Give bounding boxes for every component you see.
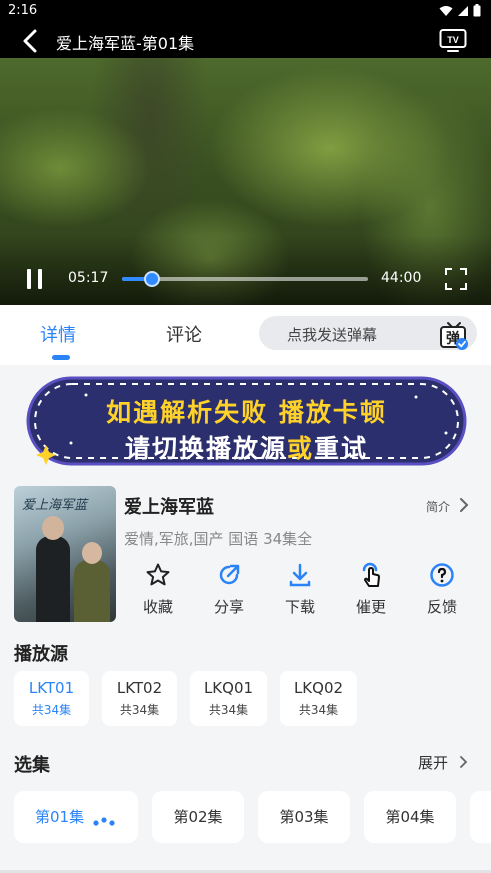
status-time: 2:16 xyxy=(8,3,38,18)
intro-link[interactable]: 简介 xyxy=(426,498,450,515)
source-list: LKT01 共34集 LKT02 共34集 LKQ01 共34集 LKQ02 共… xyxy=(14,671,357,726)
now-playing-icon xyxy=(93,817,115,826)
episode-label: 第04集 xyxy=(385,808,435,826)
source-name: LKQ01 xyxy=(203,679,254,697)
source-count: 共34集 xyxy=(119,703,160,717)
source-count: 共34集 xyxy=(208,703,249,717)
tab-comment[interactable]: 评论 xyxy=(166,321,202,347)
tv-cast-icon[interactable]: TV xyxy=(439,27,467,53)
episode-label: 第01集 xyxy=(35,808,85,826)
banner-line-2: 请切换播放源或重试 xyxy=(26,429,467,465)
episode-item-01[interactable]: 第01集 xyxy=(14,791,138,843)
episode-item-02[interactable]: 第02集 xyxy=(152,791,244,843)
chevron-right-icon[interactable] xyxy=(458,496,470,514)
source-count: 共34集 xyxy=(298,703,339,717)
danmu-input[interactable]: 点我发送弹幕 弹 xyxy=(259,316,477,350)
share-button[interactable]: 分享 xyxy=(204,562,254,622)
episode-item-more[interactable] xyxy=(470,791,491,843)
source-item-lkt01[interactable]: LKT01 共34集 xyxy=(14,671,89,726)
feedback-label: 反馈 xyxy=(426,598,457,616)
banner-line-2c: 重试 xyxy=(314,434,369,463)
chevron-right-icon[interactable] xyxy=(458,754,468,770)
notice-banner: 如遇解析失败 播放卡顿 请切换播放源或重试 xyxy=(26,373,467,468)
back-arrow-icon[interactable] xyxy=(18,28,44,54)
source-item-lkq01[interactable]: LKQ01 共34集 xyxy=(190,671,267,726)
seek-thumb[interactable] xyxy=(143,271,160,287)
poster-figure-1 xyxy=(36,536,70,622)
status-icons xyxy=(439,4,481,17)
show-meta: 爱情,军旅,国产 国语 34集全 xyxy=(124,530,313,548)
download-button[interactable]: 下载 xyxy=(275,562,325,622)
poster-head-2 xyxy=(82,542,102,564)
player-controls: 05:17 44:00 xyxy=(0,262,491,296)
show-poster[interactable]: 爱上海军蓝 xyxy=(14,486,116,622)
poster-head-1 xyxy=(42,516,64,540)
detail-content: 如遇解析失败 播放卡顿 请切换播放源或重试 爱上海军蓝 爱上海军蓝 简介 爱情,… xyxy=(0,365,491,873)
battery-icon xyxy=(473,4,481,17)
help-icon xyxy=(430,563,454,587)
star-icon xyxy=(146,563,170,586)
favorite-button[interactable]: 收藏 xyxy=(133,562,183,622)
source-item-lkt02[interactable]: LKT02 共34集 xyxy=(102,671,177,726)
detail-tab-bar: 详情 评论 点我发送弹幕 弹 xyxy=(0,305,491,365)
source-item-lkq02[interactable]: LKQ02 共34集 xyxy=(280,671,357,726)
poster-title: 爱上海军蓝 xyxy=(22,498,88,513)
episode-label: 第02集 xyxy=(173,808,223,826)
svg-text:TV: TV xyxy=(447,35,459,45)
episode-label: 第03集 xyxy=(279,808,329,826)
danmu-placeholder: 点我发送弹幕 xyxy=(287,326,378,344)
source-name: LKT02 xyxy=(116,679,163,697)
banner-line-1: 如遇解析失败 播放卡顿 xyxy=(106,398,387,427)
episode-list: 第01集 第02集 第03集 第04集 xyxy=(14,791,491,845)
download-label: 下载 xyxy=(284,598,315,616)
sources-title: 播放源 xyxy=(14,644,68,665)
episode-item-04[interactable]: 第04集 xyxy=(364,791,456,843)
tab-active-indicator xyxy=(52,355,70,360)
favorite-label: 收藏 xyxy=(142,598,173,616)
source-count: 共34集 xyxy=(31,703,72,717)
tap-icon xyxy=(362,562,380,587)
share-label: 分享 xyxy=(213,598,244,616)
feedback-button[interactable]: 反馈 xyxy=(417,562,467,622)
banner-line-2a: 请切换播放源 xyxy=(124,434,287,463)
poster-figure-2 xyxy=(74,560,110,622)
player-title-bar: 爱上海军蓝-第01集 TV xyxy=(0,22,491,58)
video-title: 爱上海军蓝-第01集 xyxy=(56,34,195,53)
danmu-toggle-icon[interactable]: 弹 xyxy=(439,320,469,350)
signal-icon xyxy=(458,5,468,16)
show-title: 爱上海军蓝 xyxy=(124,497,214,518)
current-time: 05:17 xyxy=(68,270,109,286)
fullscreen-icon[interactable] xyxy=(445,268,467,290)
urge-update-label: 催更 xyxy=(355,598,386,616)
source-name: LKT01 xyxy=(28,679,75,697)
wifi-icon xyxy=(439,5,453,16)
expand-button[interactable]: 展开 xyxy=(418,752,448,773)
pause-icon[interactable] xyxy=(24,268,46,290)
seek-bar[interactable] xyxy=(122,271,368,287)
share-icon xyxy=(219,564,240,585)
duration-time: 44:00 xyxy=(381,270,422,286)
source-name: LKQ02 xyxy=(293,679,344,697)
banner-line-2b: 或 xyxy=(286,434,314,463)
download-icon xyxy=(289,563,311,587)
tab-detail[interactable]: 详情 xyxy=(40,321,76,347)
urge-update-button[interactable]: 催更 xyxy=(346,562,396,622)
episode-item-03[interactable]: 第03集 xyxy=(258,791,350,843)
episodes-title: 选集 xyxy=(14,755,50,776)
video-player[interactable]: 2:16 爱上海军蓝-第01集 TV 05:17 44:00 xyxy=(0,0,491,305)
status-bar: 2:16 xyxy=(0,0,491,22)
